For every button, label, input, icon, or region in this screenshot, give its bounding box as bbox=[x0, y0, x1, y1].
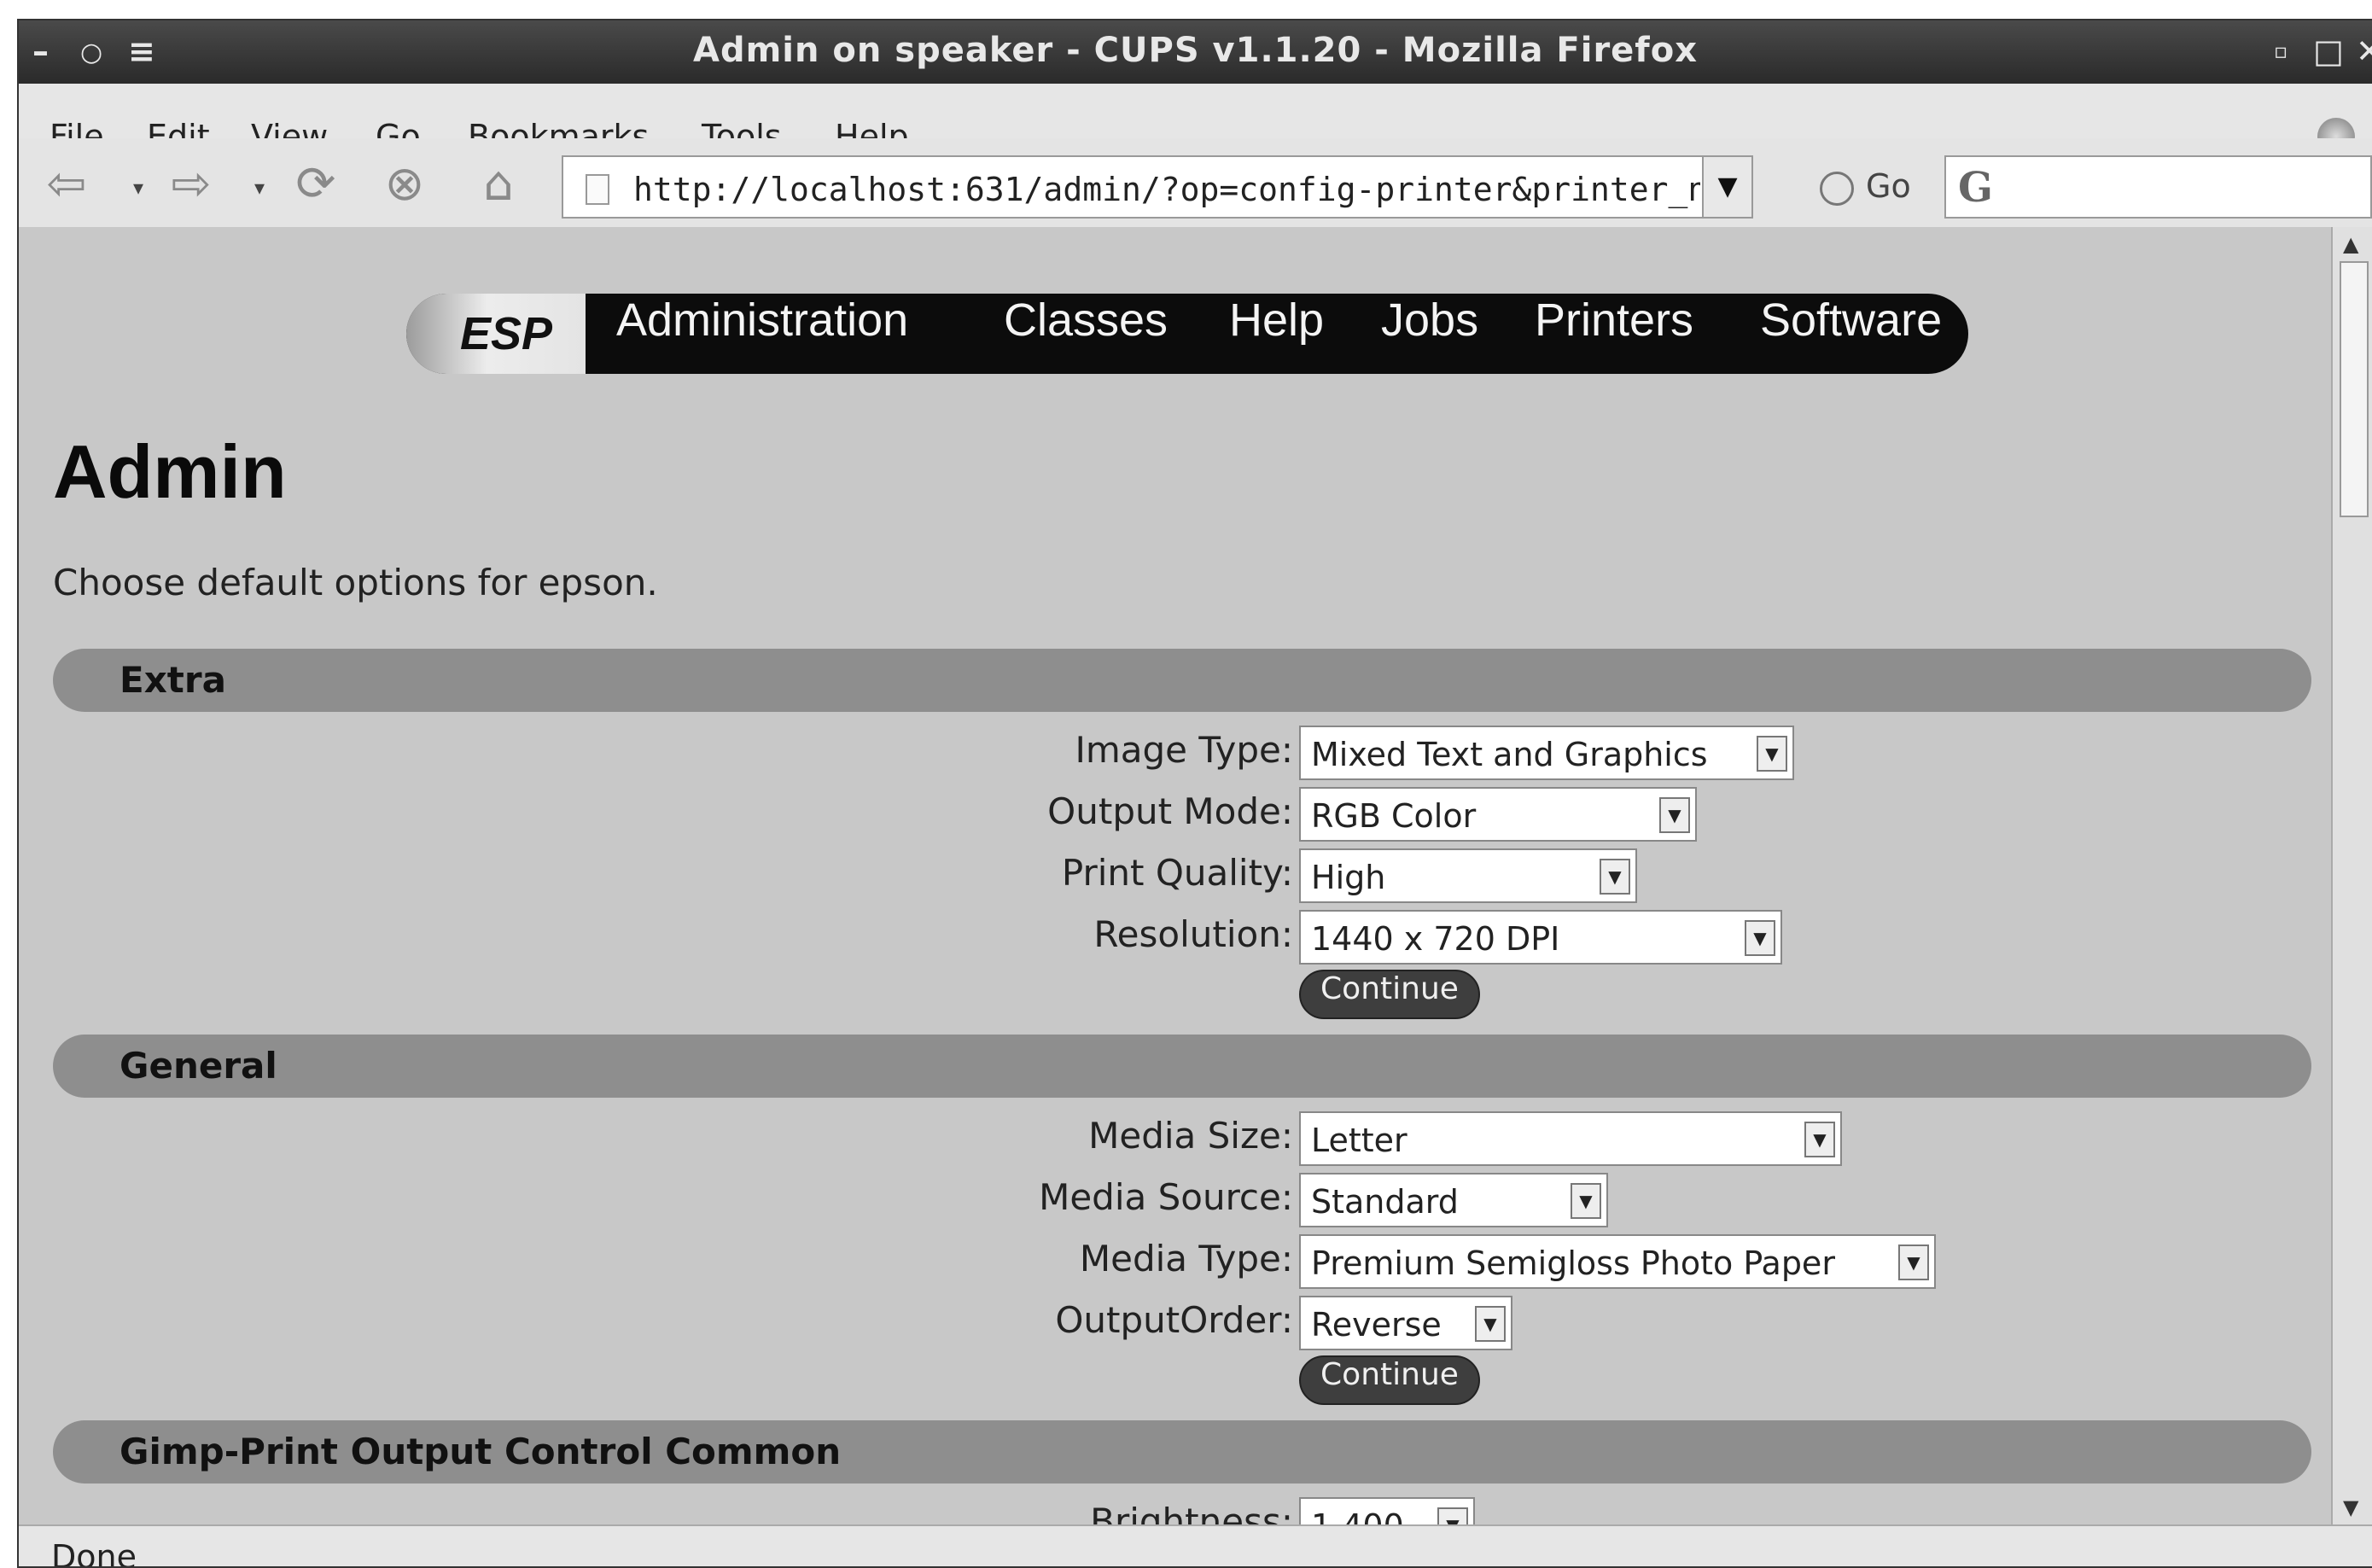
section-header-general: General bbox=[53, 1035, 2311, 1098]
section-title: Gimp-Print Output Control Common bbox=[119, 1431, 842, 1472]
output-order-select[interactable]: Reverse ▼ bbox=[1299, 1296, 1512, 1350]
scroll-down-icon[interactable]: ▼ bbox=[2343, 1495, 2358, 1519]
option-label: Image Type: bbox=[1075, 729, 1293, 771]
output-mode-select[interactable]: RGB Color ▼ bbox=[1299, 787, 1697, 842]
title-bar: – ○ ≡ Admin on speaker - CUPS v1.1.20 - … bbox=[19, 20, 2372, 84]
page-intro: Choose default options for epson. bbox=[53, 562, 658, 603]
chevron-down-icon[interactable]: ▼ bbox=[1659, 797, 1690, 833]
media-source-select[interactable]: Standard ▼ bbox=[1299, 1173, 1608, 1227]
scrollbar-thumb[interactable] bbox=[2340, 261, 2369, 517]
option-label: Output Mode: bbox=[1047, 790, 1293, 832]
nav-tab-software[interactable]: Software bbox=[1760, 294, 1942, 374]
browser-window: – ○ ≡ Admin on speaker - CUPS v1.1.20 - … bbox=[17, 19, 2372, 1568]
section-header-extra: Extra bbox=[53, 649, 2311, 712]
status-bar: Done bbox=[19, 1524, 2372, 1566]
search-box[interactable]: G bbox=[1944, 155, 2372, 219]
chevron-down-icon[interactable]: ▼ bbox=[1437, 1507, 1468, 1524]
vertical-scrollbar[interactable]: ▲ ▼ bbox=[2331, 227, 2372, 1524]
menu-bar: File Edit View Go Bookmarks Tools Help bbox=[19, 84, 2372, 155]
print-quality-select[interactable]: High ▼ bbox=[1299, 848, 1637, 903]
url-history-dropdown-icon[interactable]: ▼ bbox=[1702, 157, 1751, 217]
stop-icon[interactable]: ⊗ bbox=[377, 157, 432, 212]
back-icon[interactable]: ⇦ bbox=[39, 157, 94, 212]
section-title: Extra bbox=[119, 659, 226, 701]
window-title: Admin on speaker - CUPS v1.1.20 - Mozill… bbox=[693, 31, 1698, 70]
select-value: Premium Semigloss Photo Paper bbox=[1311, 1244, 1835, 1282]
image-type-select[interactable]: Mixed Text and Graphics ▼ bbox=[1299, 726, 1794, 780]
chevron-down-icon[interactable]: ▼ bbox=[1571, 1183, 1601, 1219]
option-label: Resolution: bbox=[1093, 913, 1293, 955]
close-button[interactable]: ✕ bbox=[2356, 32, 2372, 70]
nav-tab-administration[interactable]: Administration bbox=[616, 294, 908, 374]
chevron-down-icon[interactable]: ▼ bbox=[1600, 859, 1630, 895]
media-type-select[interactable]: Premium Semigloss Photo Paper ▼ bbox=[1299, 1234, 1936, 1289]
status-text: Done bbox=[51, 1538, 137, 1568]
url-text[interactable]: http://localhost:631/admin/?op=config-pr… bbox=[633, 171, 1700, 208]
navigation-toolbar: ⇦ ▾ ⇨ ▾ ⟳ ⊗ ⌂ http://localhost:631/admin… bbox=[19, 138, 2372, 229]
go-icon bbox=[1820, 171, 1854, 206]
reload-icon[interactable]: ⟳ bbox=[288, 157, 343, 212]
page-title: Admin bbox=[53, 429, 287, 514]
option-label: OutputOrder: bbox=[1055, 1299, 1293, 1341]
iconify-button[interactable]: ▫ bbox=[2274, 39, 2287, 63]
google-icon[interactable]: G bbox=[1958, 164, 1993, 212]
section-header-gimp-print: Gimp-Print Output Control Common bbox=[53, 1420, 2311, 1483]
chevron-down-icon[interactable]: ▼ bbox=[1475, 1306, 1506, 1342]
page-icon bbox=[586, 174, 609, 205]
chevron-down-icon[interactable]: ▼ bbox=[1898, 1244, 1929, 1280]
home-icon[interactable]: ⌂ bbox=[471, 157, 526, 212]
option-label: Media Size: bbox=[1088, 1115, 1293, 1157]
select-value: High bbox=[1311, 859, 1386, 896]
forward-dropdown-icon[interactable]: ▾ bbox=[254, 176, 265, 200]
chevron-down-icon[interactable]: ▼ bbox=[1745, 920, 1775, 956]
select-value: Mixed Text and Graphics bbox=[1311, 736, 1708, 773]
brightness-select[interactable]: 1.400 ▼ bbox=[1299, 1497, 1475, 1524]
forward-icon[interactable]: ⇨ bbox=[164, 157, 219, 212]
back-dropdown-icon[interactable]: ▾ bbox=[133, 176, 143, 200]
option-label: Brightness: bbox=[1090, 1501, 1293, 1524]
scroll-up-icon[interactable]: ▲ bbox=[2343, 232, 2358, 256]
select-value: Standard bbox=[1311, 1183, 1459, 1221]
url-bar[interactable]: http://localhost:631/admin/?op=config-pr… bbox=[562, 155, 1753, 219]
go-label: Go bbox=[1866, 167, 1911, 205]
chevron-down-icon[interactable]: ▼ bbox=[1804, 1122, 1835, 1157]
section-title: General bbox=[119, 1045, 277, 1087]
nav-tab-classes[interactable]: Classes bbox=[1004, 294, 1168, 374]
chevron-down-icon[interactable]: ▼ bbox=[1757, 736, 1787, 772]
select-value: 1440 x 720 DPI bbox=[1311, 920, 1560, 958]
nav-tab-printers[interactable]: Printers bbox=[1535, 294, 1693, 374]
select-value: Reverse bbox=[1311, 1306, 1442, 1344]
nav-tab-help[interactable]: Help bbox=[1229, 294, 1324, 374]
go-button[interactable]: Go bbox=[1820, 167, 1911, 206]
media-size-select[interactable]: Letter ▼ bbox=[1299, 1111, 1842, 1166]
select-value: 1.400 bbox=[1311, 1507, 1404, 1524]
maximize-button[interactable]: □ bbox=[2313, 32, 2344, 70]
select-value: Letter bbox=[1311, 1122, 1407, 1159]
continue-button-general[interactable]: Continue bbox=[1299, 1355, 1480, 1405]
option-label: Print Quality: bbox=[1061, 852, 1293, 894]
option-label: Media Type: bbox=[1079, 1238, 1293, 1279]
nav-tab-jobs[interactable]: Jobs bbox=[1381, 294, 1478, 374]
esp-logo[interactable]: ESP bbox=[406, 294, 586, 374]
select-value: RGB Color bbox=[1311, 797, 1477, 835]
option-label: Media Source: bbox=[1039, 1176, 1293, 1218]
page-content: ESP Administration Classes Help Jobs Pri… bbox=[19, 227, 2331, 1524]
continue-button-extra[interactable]: Continue bbox=[1299, 970, 1480, 1019]
cups-navigation-bar: ESP Administration Classes Help Jobs Pri… bbox=[406, 294, 1968, 374]
resolution-select[interactable]: 1440 x 720 DPI ▼ bbox=[1299, 910, 1782, 965]
